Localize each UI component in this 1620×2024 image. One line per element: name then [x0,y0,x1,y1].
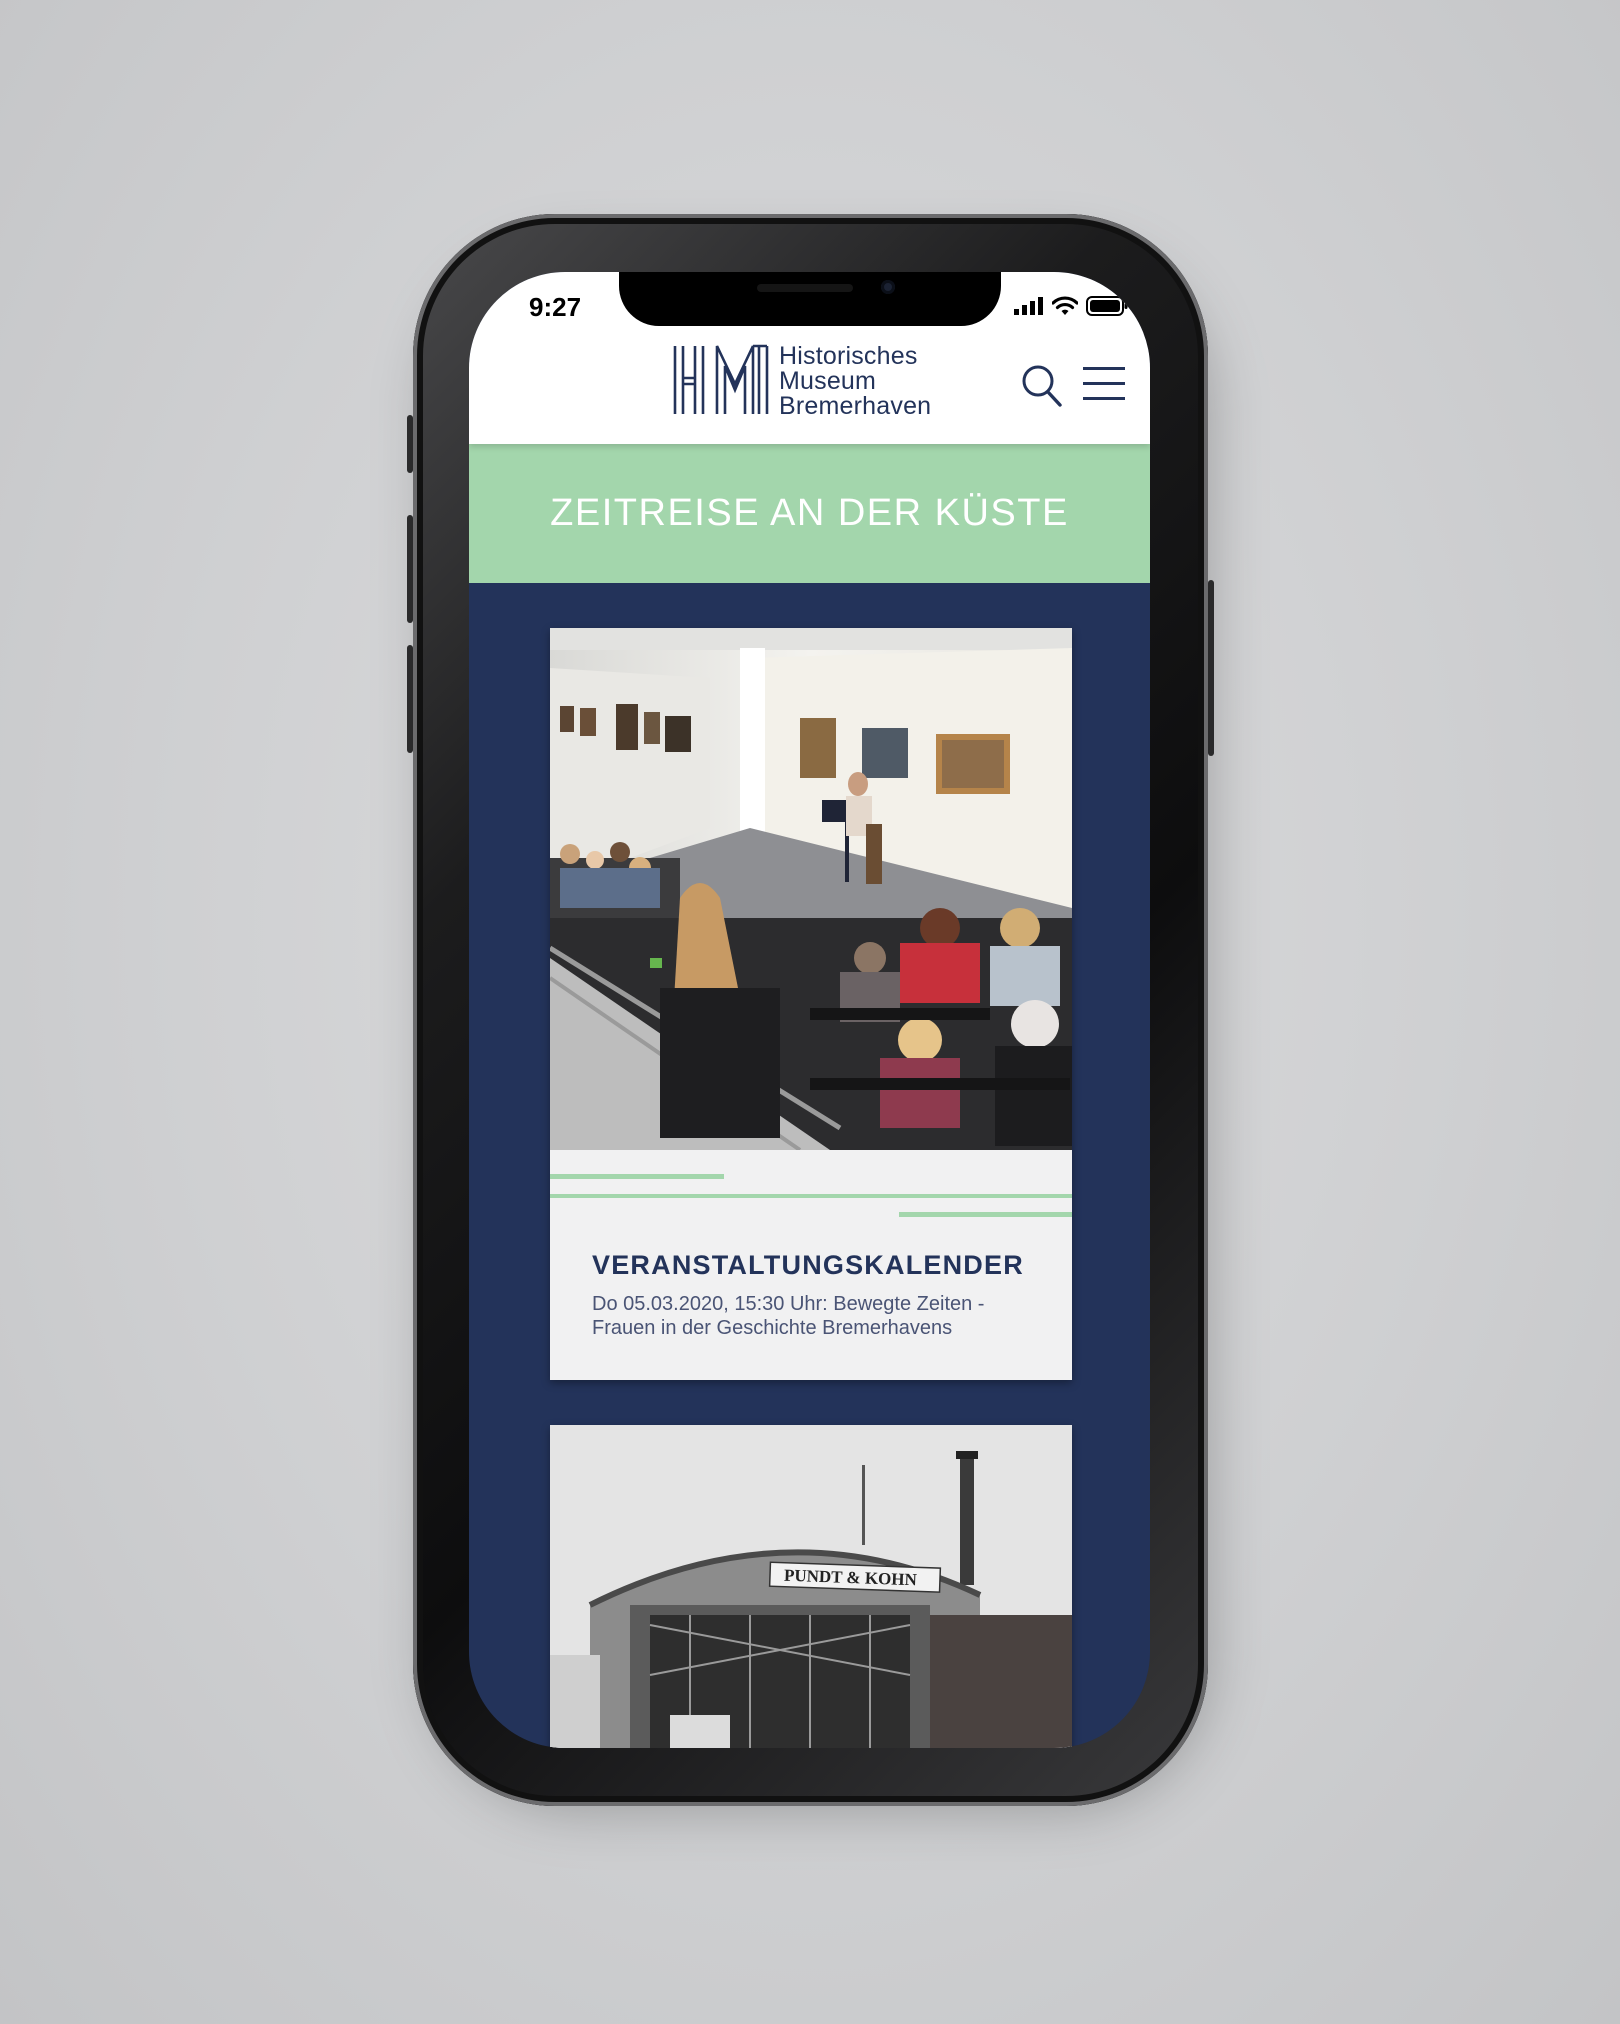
deco-line-short [550,1174,724,1179]
event-calendar-card[interactable]: VERANSTALTUNGSKALENDER Do 05.03.2020, 15… [550,628,1072,1380]
wifi-icon [1052,296,1078,315]
deco-line-right [899,1212,1072,1217]
signal-icon [1014,297,1043,315]
gallery-reading-photo [550,628,1072,1150]
logo-line-1: Historisches [779,342,918,370]
status-icons [1014,296,1128,316]
side-button-power [1208,580,1214,756]
deco-line-full [550,1194,1072,1198]
card-title: VERANSTALTUNGSKALENDER [592,1250,1024,1280]
status-time: 9:27 [529,292,582,322]
historic-photo-card[interactable]: PUNDT & KOHN [550,1425,1072,1748]
side-button-volume-up [407,515,413,623]
logo-wordmark: Historisches Museum Bremerhaven [779,344,931,419]
logo-line-3: Bremerhaven [779,392,932,420]
banner-title: ZEITREISE AN DER KÜSTE [550,492,1069,534]
pundt-kohn-hall-photo: PUNDT & KOHN [550,1425,1072,1748]
phone-screen: 9:27 Historisches Museum Bremerhaven ZEI… [469,272,1150,1748]
status-bar: 9:27 [469,272,1150,332]
museum-logo[interactable]: Historisches Museum Bremerhaven [673,344,931,419]
battery-icon [1086,296,1128,316]
side-button-mute [407,415,413,473]
search-icon[interactable] [1021,364,1063,408]
hero-banner: ZEITREISE AN DER KÜSTE [469,444,1150,583]
card-description: Do 05.03.2020, 15:30 Uhr: Bewegte Zeiten… [592,1293,985,1339]
logo-line-2: Museum [779,367,877,395]
side-button-volume-down [407,645,413,753]
hamburger-menu-icon[interactable] [1083,366,1125,402]
hm-logo-mark-icon [673,344,769,414]
